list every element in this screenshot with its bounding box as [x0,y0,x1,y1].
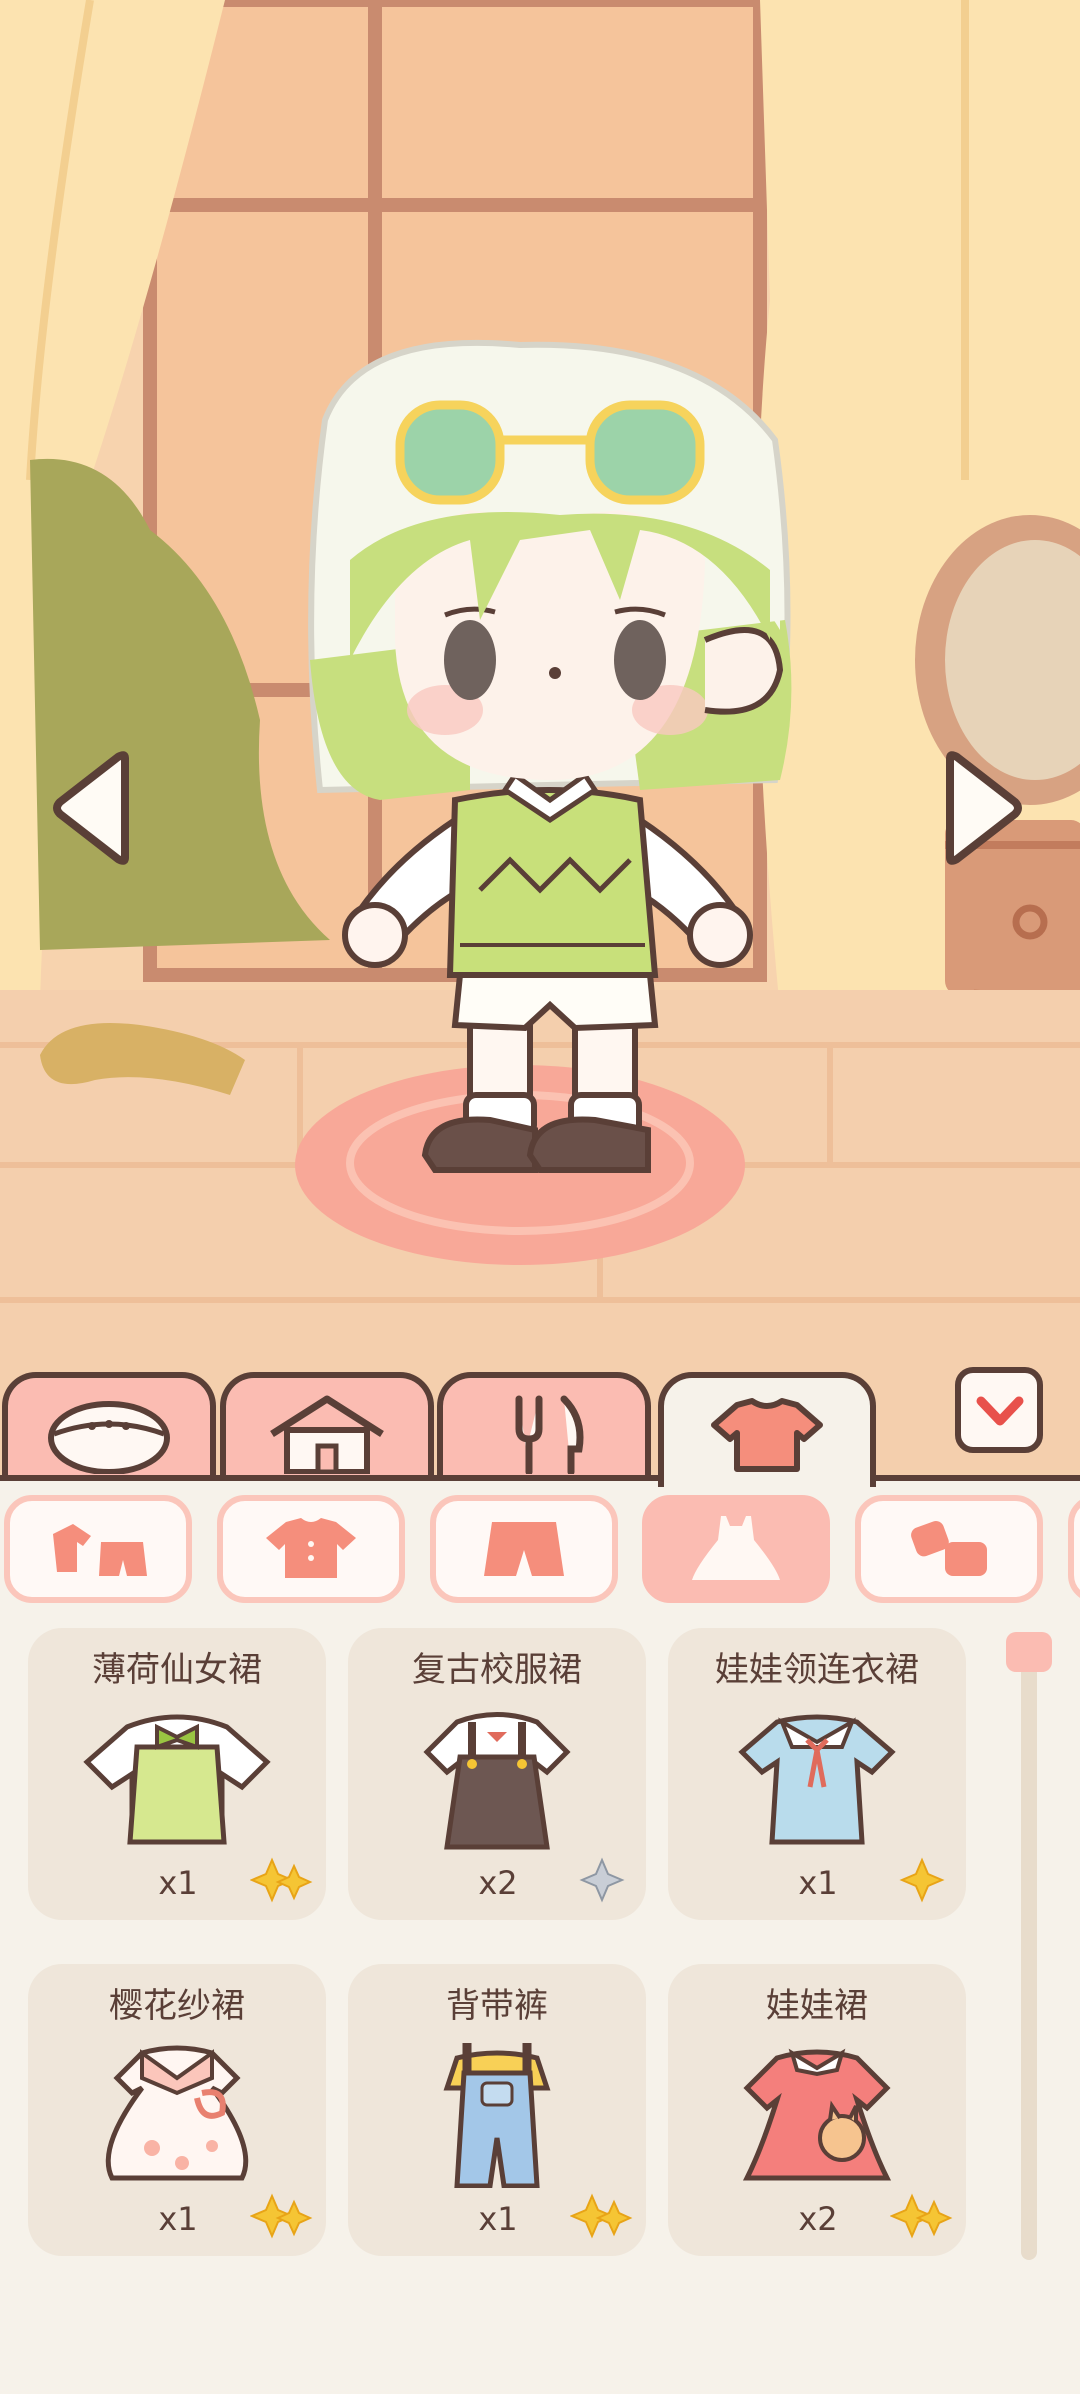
item-name: 薄荷仙女裙 [92,1650,262,1690]
prev-character-button[interactable] [50,748,140,868]
rarity-gold-double-star-icon [250,2193,313,2239]
dress-icon [692,1516,780,1580]
item-count: x1 [158,1864,198,1902]
item-card[interactable]: 娃娃领连衣裙 x1 [668,1628,966,1920]
triangle-left-icon [53,751,129,865]
item-card[interactable]: 樱花纱裙 x1 [28,1964,326,2256]
category-bottoms[interactable] [430,1495,618,1603]
item-name: 娃娃裙 [766,1986,868,2026]
doll-collar-dress-art [738,1714,896,1845]
outfit-set-icon [53,1524,147,1576]
item-count: x2 [798,2200,838,2238]
collapse-panel-button[interactable] [955,1367,1043,1453]
tab-food[interactable] [437,1372,651,1482]
item-name: 樱花纱裙 [109,1986,245,2026]
category-more[interactable] [1068,1495,1080,1603]
item-count: x1 [798,1864,838,1902]
fork-knife-icon [515,1395,584,1474]
category-shoes[interactable] [855,1495,1043,1603]
room-background [0,0,1080,1475]
house-icon [270,1395,384,1474]
item-name: 娃娃领连衣裙 [715,1650,919,1690]
shorts-icon [484,1522,564,1576]
item-card[interactable]: 薄荷仙女裙 x1 [28,1628,326,1920]
item-card[interactable]: 娃娃裙 x2 [668,1964,966,2256]
face-icon [48,1401,170,1474]
next-character-button[interactable] [935,748,1025,868]
item-card[interactable]: 背带裤 x1 [348,1964,646,2256]
item-count: x1 [478,2200,518,2238]
category-dresses[interactable] [642,1495,830,1603]
wardrobe-panel [0,1475,1080,2394]
scrollbar-track[interactable] [1021,1640,1037,2260]
overalls-art [443,2043,551,2188]
tab-face[interactable] [2,1372,216,1482]
category-tops[interactable] [217,1495,405,1603]
item-card[interactable]: 复古校服裙 x2 [348,1628,646,1920]
rarity-gold-star-icon [899,1857,945,1903]
top-icon [266,1518,356,1578]
chevron-down-icon [976,1396,1024,1426]
rarity-silver-star-icon [579,1857,625,1903]
doll-dress-art [742,2048,892,2181]
rarity-gold-double-star-icon [890,2193,953,2239]
rarity-gold-double-star-icon [570,2193,633,2239]
socks-icon [911,1521,987,1576]
mint-fairy-dress-art [83,1714,271,1845]
retro-uniform-dress-art [423,1712,571,1850]
item-name: 背带裤 [446,1986,548,2026]
sakura-tulle-dress-art [105,2045,249,2181]
triangle-right-icon [946,751,1022,865]
tab-home[interactable] [220,1372,434,1482]
scrollbar-thumb[interactable] [1006,1632,1052,1672]
item-count: x2 [478,1864,518,1902]
shirt-icon [711,1397,823,1472]
item-count: x1 [158,2200,198,2238]
category-outfit-set[interactable] [4,1495,192,1603]
tab-clothes[interactable] [658,1372,876,1487]
dressing-room-scene [0,0,1080,1475]
rarity-gold-double-star-icon [250,1857,313,1903]
item-name: 复古校服裙 [412,1650,582,1690]
